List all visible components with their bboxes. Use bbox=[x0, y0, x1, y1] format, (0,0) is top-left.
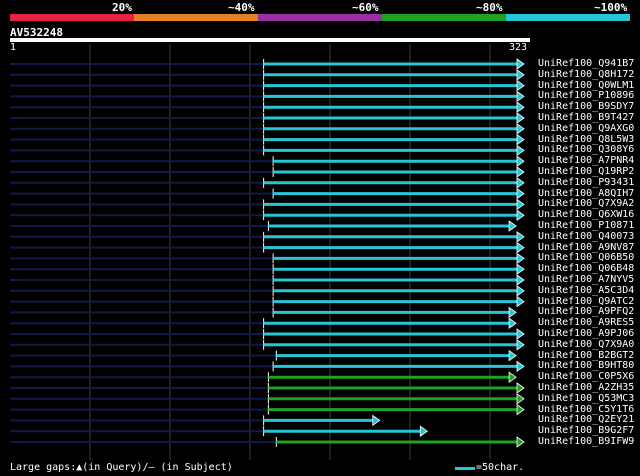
hit-label[interactable]: UniRef100_Q40073 bbox=[538, 231, 634, 242]
hit-label[interactable]: UniRef100_Q9ATC2 bbox=[538, 296, 634, 307]
hit-label[interactable]: UniRef100_Q8L5W3 bbox=[538, 134, 634, 145]
hit-end-arrow-icon bbox=[516, 58, 525, 70]
hit-end-arrow-icon bbox=[516, 328, 525, 340]
color-segment-cyan bbox=[506, 14, 630, 21]
hit-end-arrow-icon bbox=[516, 101, 525, 113]
hit-end-arrow-icon bbox=[516, 209, 525, 221]
hit-label[interactable]: UniRef100_P93431 bbox=[538, 177, 634, 188]
hit-label[interactable]: UniRef100_Q6XW16 bbox=[538, 210, 634, 220]
hit-end-arrow-icon bbox=[516, 393, 525, 405]
hit-end-arrow-icon bbox=[516, 166, 525, 178]
color-segment-red bbox=[10, 14, 134, 21]
hit-label[interactable]: UniRef100_Q19RP2 bbox=[538, 167, 634, 177]
hit-label[interactable]: UniRef100_B9T427 bbox=[538, 113, 634, 123]
hit-end-arrow-icon bbox=[516, 112, 525, 124]
hit-label[interactable]: UniRef100_A9NV87 bbox=[538, 242, 634, 253]
percent-label-20: 20% bbox=[112, 1, 132, 14]
hit-label[interactable]: UniRef100_B2BGT2 bbox=[538, 350, 634, 361]
hit-end-arrow-icon bbox=[516, 285, 525, 297]
hit-end-arrow-icon bbox=[516, 133, 525, 146]
hit-end-arrow-icon bbox=[508, 317, 517, 329]
hit-label[interactable]: UniRef100_B9SDY7 bbox=[538, 102, 634, 112]
hit-end-arrow-icon bbox=[516, 436, 525, 448]
identity-color-key: 20% ~40% ~60% ~80% ~100% bbox=[0, 0, 640, 26]
hit-end-arrow-icon bbox=[508, 306, 517, 319]
hit-label[interactable]: UniRef100_C5Y1T6 bbox=[538, 404, 634, 415]
hit-label[interactable]: UniRef100_A5C3D4 bbox=[538, 285, 634, 296]
hit-end-arrow-icon bbox=[516, 155, 525, 167]
hit-end-arrow-icon bbox=[372, 414, 381, 427]
hit-end-arrow-icon bbox=[508, 220, 517, 232]
hit-end-arrow-icon bbox=[516, 382, 525, 394]
color-segment-orange bbox=[134, 14, 258, 21]
hit-label[interactable]: UniRef100_A9PFQ2 bbox=[538, 307, 634, 317]
hit-end-arrow-icon bbox=[516, 241, 525, 254]
percent-label-40: ~40% bbox=[228, 1, 255, 14]
percent-label-60: ~60% bbox=[352, 1, 379, 14]
hit-label[interactable]: UniRef100_B9G2F7 bbox=[538, 426, 634, 436]
hit-label[interactable]: UniRef100_Q2EY21 bbox=[538, 415, 634, 425]
hit-end-arrow-icon bbox=[516, 263, 525, 275]
hit-end-arrow-icon bbox=[516, 79, 525, 92]
hit-end-arrow-icon bbox=[516, 274, 525, 286]
hit-label[interactable]: UniRef100_Q941B7 bbox=[538, 59, 634, 69]
hit-label[interactable]: UniRef100_Q8H172 bbox=[538, 69, 634, 80]
scale-legend: =50char. bbox=[476, 462, 525, 473]
hit-end-arrow-icon bbox=[516, 177, 525, 189]
percent-label-80: ~80% bbox=[476, 1, 503, 14]
hit-label[interactable]: UniRef100_Q7X9A0 bbox=[538, 339, 634, 350]
hit-label[interactable]: UniRef100_Q53MC3 bbox=[538, 393, 634, 404]
hit-label[interactable]: UniRef100_Q308Y6 bbox=[538, 145, 634, 155]
hit-label[interactable]: UniRef100_A2ZH35 bbox=[538, 383, 634, 393]
hit-end-arrow-icon bbox=[516, 144, 525, 157]
hit-end-arrow-icon bbox=[516, 339, 525, 351]
hit-label[interactable]: UniRef100_P10871 bbox=[538, 221, 634, 231]
hit-label[interactable]: UniRef100_A8QIH7 bbox=[538, 188, 634, 199]
hit-label[interactable]: UniRef100_B9IFW9 bbox=[538, 437, 634, 447]
hit-end-arrow-icon bbox=[516, 295, 525, 308]
hit-label[interactable]: UniRef100_Q06B50 bbox=[538, 253, 634, 263]
hit-end-arrow-icon bbox=[516, 198, 525, 211]
hit-end-arrow-icon bbox=[516, 187, 525, 200]
color-segment-purple bbox=[258, 14, 382, 21]
alignment-plot: UniRef100_Q941B7 UniRef100_Q8H172 UniRef10… bbox=[0, 40, 640, 460]
scale-swatch bbox=[455, 467, 475, 470]
hit-end-arrow-icon bbox=[419, 425, 428, 437]
hit-label[interactable]: UniRef100_Q9AXG0 bbox=[538, 123, 634, 134]
hit-end-arrow-icon bbox=[516, 252, 525, 265]
legend-footer: Large gaps:▲(in Query)/— (in Subject) =5… bbox=[0, 460, 640, 476]
color-segment-green bbox=[382, 14, 506, 21]
hit-end-arrow-icon bbox=[516, 69, 525, 81]
hit-label[interactable]: UniRef100_B9HT80 bbox=[538, 361, 634, 371]
hit-end-arrow-icon bbox=[516, 403, 525, 416]
hit-end-arrow-icon bbox=[508, 371, 517, 383]
hit-label[interactable]: UniRef100_A9PJ06 bbox=[538, 329, 634, 339]
hit-end-arrow-icon bbox=[516, 231, 525, 243]
hit-end-arrow-icon bbox=[516, 360, 525, 373]
hit-end-arrow-icon bbox=[516, 123, 525, 135]
hit-label[interactable]: UniRef100_Q0WLM1 bbox=[538, 80, 634, 91]
percent-label-100: ~100% bbox=[594, 1, 628, 14]
hit-label[interactable]: UniRef100_A9RES5 bbox=[538, 318, 634, 328]
hit-end-arrow-icon bbox=[516, 90, 525, 103]
hit-label[interactable]: UniRef100_P10896 bbox=[538, 91, 634, 101]
hit-end-arrow-icon bbox=[508, 349, 517, 362]
gap-legend: Large gaps:▲(in Query)/— (in Subject) bbox=[10, 462, 233, 473]
hit-label[interactable]: UniRef100_A7PNR4 bbox=[538, 156, 634, 166]
hit-label[interactable]: UniRef100_Q7X9A2 bbox=[538, 199, 634, 209]
hit-label[interactable]: UniRef100_Q06B48 bbox=[538, 264, 634, 274]
hit-label[interactable]: UniRef100_C0P5X6 bbox=[538, 372, 634, 382]
hit-label[interactable]: UniRef100_A7NYV5 bbox=[538, 275, 634, 285]
